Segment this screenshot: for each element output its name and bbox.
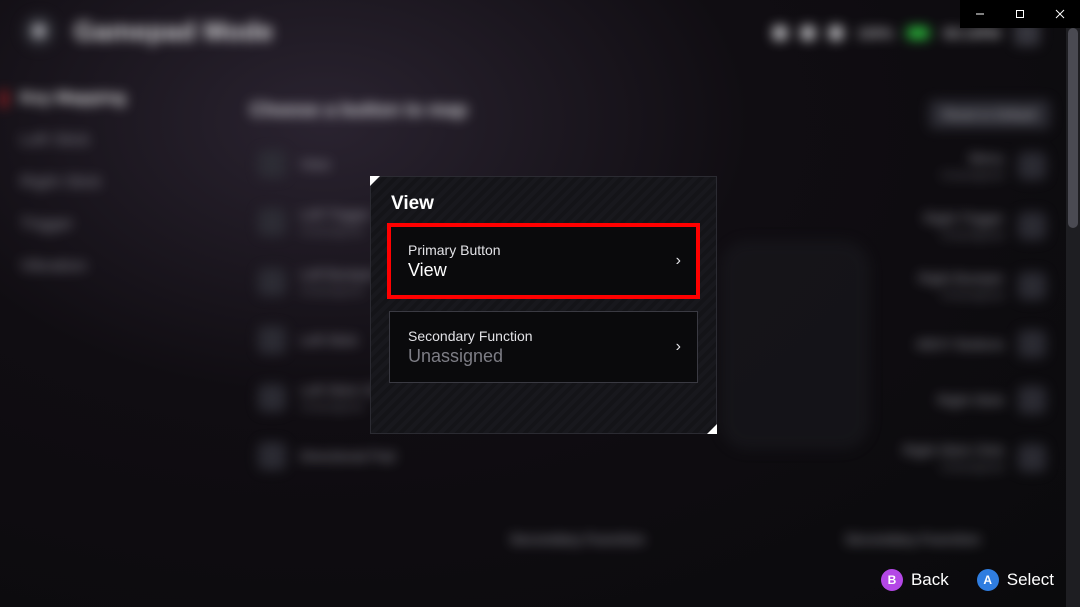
abxy-icon [1018, 330, 1046, 358]
menu-button-icon [1018, 152, 1046, 180]
secondary-function-value: Unassigned [408, 346, 533, 367]
bluetooth-icon [829, 26, 843, 40]
sidebar-item-right-stick[interactable]: Right Stick [20, 172, 126, 192]
left-stick-icon [258, 326, 286, 354]
header: Gamepad Mode [22, 14, 274, 48]
section-heading: Choose a button to map [250, 100, 467, 122]
chevron-right-icon: › [676, 252, 681, 270]
secondary-function-option[interactable]: Secondary Function Unassigned › [389, 311, 698, 383]
right-stick-click-icon [1018, 444, 1046, 472]
left-bumper-icon [258, 268, 286, 296]
select-label: Select [1007, 570, 1054, 590]
map-row-abxy[interactable]: ABXY Buttons [903, 330, 1046, 358]
secondary-function-label: Secondary Function [408, 328, 533, 344]
sidebar-item-vibration[interactable]: Vibration [20, 256, 126, 276]
left-trigger-icon [258, 208, 286, 236]
map-row-menu[interactable]: MenuUnassigned [903, 150, 1046, 182]
map-row-right-trigger[interactable]: Right TriggerUnassigned [903, 210, 1046, 242]
map-row-view[interactable]: View [258, 150, 395, 178]
battery-icon [907, 27, 929, 39]
right-bumper-icon [1018, 272, 1046, 300]
modal-title: View [371, 177, 716, 225]
map-row-right-stick-click[interactable]: Right Stick ClickUnassigned [903, 442, 1046, 474]
minimize-button[interactable] [960, 0, 1000, 28]
right-trigger-icon [1018, 212, 1046, 240]
map-row-right-stick[interactable]: Right Stick [903, 386, 1046, 414]
sidebar-item-trigger[interactable]: Trigger [20, 214, 126, 234]
wifi-icon [801, 26, 815, 40]
primary-button-option[interactable]: Primary Button View › [389, 225, 698, 297]
select-prompt[interactable]: A Select [977, 569, 1054, 591]
sidebar: Key Mapping Left Stick Right Stick Trigg… [20, 88, 126, 276]
primary-button-value: View [408, 260, 501, 281]
b-button-icon: B [881, 569, 903, 591]
chevron-right-icon: › [676, 338, 681, 356]
back-prompt[interactable]: B Back [881, 569, 949, 591]
footer-prompts: B Back A Select [881, 569, 1054, 591]
battery-percent: 100% [857, 25, 893, 41]
vertical-scrollbar[interactable] [1066, 28, 1080, 607]
controller-illustration [720, 240, 870, 450]
window-titlebar [960, 0, 1080, 28]
left-stick-click-icon [258, 384, 286, 412]
app-logo-icon [22, 14, 56, 48]
reset-to-default-button[interactable]: Reset to Default [929, 100, 1050, 129]
primary-button-label: Primary Button [408, 242, 501, 258]
right-stick-icon [1018, 386, 1046, 414]
app-root: Gamepad Mode 100% 06:14PM Key Mapping Le… [0, 0, 1080, 607]
page-title: Gamepad Mode [74, 16, 274, 47]
sidebar-item-key-mapping[interactable]: Key Mapping [20, 88, 126, 108]
sidebar-item-left-stick[interactable]: Left Stick [20, 130, 126, 150]
secondary-function-left[interactable]: Secondary Function [510, 531, 645, 547]
scrollbar-thumb[interactable] [1068, 28, 1078, 228]
view-button-icon [258, 150, 286, 178]
map-row-right-bumper[interactable]: Right BumperUnassigned [903, 270, 1046, 302]
back-label: Back [911, 570, 949, 590]
a-button-icon: A [977, 569, 999, 591]
maximize-button[interactable] [1000, 0, 1040, 28]
secondary-function-right[interactable]: Secondary Function [845, 531, 980, 547]
dpad-icon [258, 442, 286, 470]
map-row-dpad[interactable]: Directional Pad [258, 442, 395, 470]
button-mapping-modal: View Primary Button View › Secondary Fun… [370, 176, 717, 434]
close-button[interactable] [1040, 0, 1080, 28]
right-button-column: MenuUnassigned Right TriggerUnassigned R… [903, 150, 1046, 474]
notification-icon [773, 26, 787, 40]
